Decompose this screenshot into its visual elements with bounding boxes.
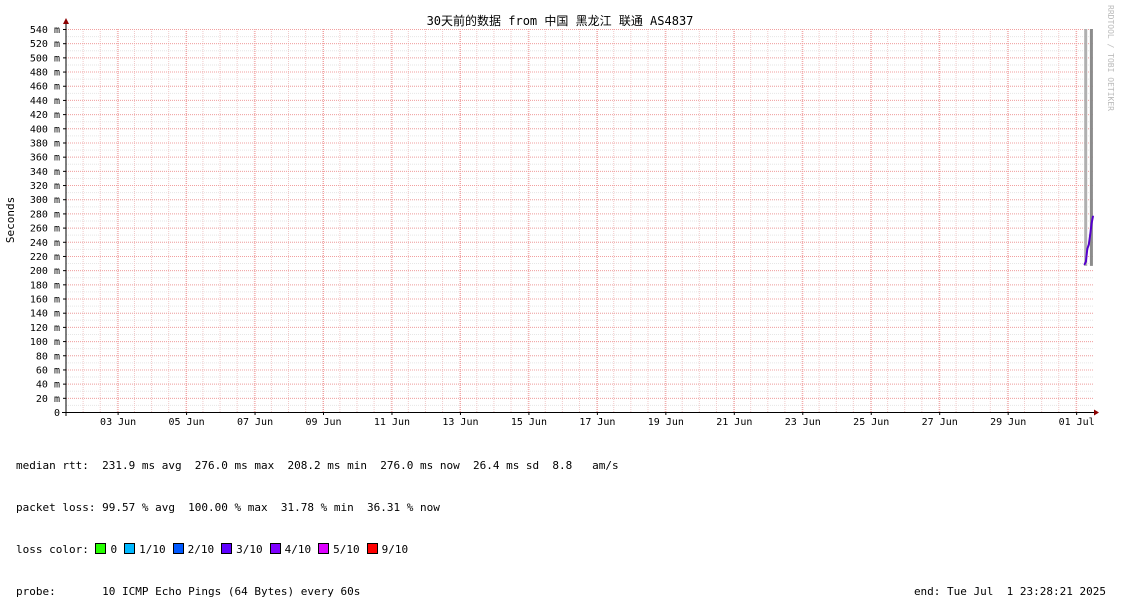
latency-chart: 0 20 m 40 m 60 m 80 m 100 m 120 m 140 m 160 m 180… (4, 5, 1115, 428)
y-tick-label: 360 m (30, 153, 60, 164)
y-axis-arrow (63, 18, 69, 24)
probe-line: probe: 10 ICMP Echo Pings (64 Bytes) eve… (16, 585, 1106, 599)
x-tick-label: 07 Jun (237, 417, 273, 428)
loss-legend-entry: 1/10 (124, 543, 166, 556)
loss-legend-label: 1/10 (139, 543, 166, 556)
y-tick-label: 220 m (30, 252, 60, 263)
y-tick-label: 160 m (30, 295, 60, 306)
smoke-bar (1084, 29, 1088, 266)
loss-legend-label: 5/10 (333, 543, 360, 556)
loss-legend-label: 4/10 (284, 543, 312, 556)
loss-legend-label: 9/10 (381, 543, 409, 556)
y-tick-label: 340 m (30, 167, 60, 178)
y-tick-label: 20 m (36, 394, 60, 405)
x-tick-label: 25 Jun (853, 417, 889, 428)
y-tick-label: 100 m (30, 337, 60, 348)
loss-legend-entry: 4/10 (269, 543, 312, 556)
chart-title: 30天前的数据 from 中国 黑龙江 联通 AS4837 (427, 13, 694, 28)
y-tick-label: 260 m (30, 224, 60, 235)
loss-swatch (318, 543, 330, 554)
y-tick-label: 80 m (36, 351, 60, 362)
y-tick-label: 460 m (30, 82, 60, 93)
loss-swatch (366, 543, 378, 554)
y-tick-label: 300 m (30, 195, 60, 206)
x-tick-label: 05 Jun (169, 417, 205, 428)
x-tick-label: 15 Jun (511, 417, 547, 428)
y-tick-label: 180 m (30, 280, 60, 291)
loss-swatch (172, 543, 184, 554)
series-point (1085, 260, 1087, 263)
series-point (1083, 263, 1086, 266)
x-tick-label: 13 Jun (442, 417, 478, 428)
y-tick-label: 200 m (30, 266, 60, 277)
y-tick-label: 320 m (30, 181, 60, 192)
x-tick-label: 03 Jun (100, 417, 136, 428)
loss-color-legend: loss color: 0 1/10 2/10 3/10 4/10 5/10 9/10 (16, 543, 1106, 557)
x-tick-label: 11 Jun (374, 417, 410, 428)
loss-legend-entries: 0 1/10 2/10 3/10 4/10 5/10 9/10 (95, 543, 415, 556)
loss-legend-label: 3/10 (236, 543, 263, 556)
y-tick-label: 0 (54, 408, 60, 419)
x-tick-label: 23 Jun (785, 417, 821, 428)
y-tick-label: 400 m (30, 124, 60, 135)
loss-legend-entry: 0 (95, 543, 117, 556)
x-tick-label: 09 Jun (305, 417, 341, 428)
y-tick-label: 480 m (30, 68, 60, 79)
x-tick-label: 21 Jun (716, 417, 752, 428)
x-tick-labels: 03 Jun 05 Jun 07 Jun 09 Jun 11 Jun 13 Jun 15 J… (100, 417, 1095, 428)
rrdtool-watermark: RRDTOOL / TOBI OETIKER (1106, 5, 1115, 111)
y-tick-label: 380 m (30, 138, 60, 149)
series-point (1092, 215, 1094, 218)
x-tick-label: 17 Jun (579, 417, 615, 428)
loss-color-label: loss color: (16, 543, 96, 556)
packet-loss-line: packet loss: 99.57 % avg 100.00 % max 31… (16, 501, 440, 514)
axes (62, 18, 1099, 416)
grid-lines (66, 29, 1093, 412)
probe-text: probe: 10 ICMP Echo Pings (64 Bytes) eve… (16, 585, 361, 598)
x-tick-label: 01 Jul (1059, 417, 1095, 428)
y-tick-label: 280 m (30, 209, 60, 220)
y-tick-labels: 0 20 m 40 m 60 m 80 m 100 m 120 m 140 m 160 m 180… (30, 25, 60, 419)
y-tick-label: 120 m (30, 323, 60, 334)
x-tick-label: 29 Jun (990, 417, 1026, 428)
stats-panel: median rtt: 231.9 ms avg 276.0 ms max 20… (16, 431, 1106, 613)
loss-legend-entry: 5/10 (318, 543, 360, 556)
y-tick-label: 520 m (30, 39, 60, 50)
x-tick-label: 19 Jun (648, 417, 684, 428)
series-point (1089, 233, 1091, 236)
y-tick-label: 440 m (30, 96, 60, 107)
loss-legend-label: 2/10 (187, 543, 215, 556)
series-point (1090, 222, 1093, 225)
loss-swatch (269, 543, 281, 554)
y-tick-label: 540 m (30, 25, 60, 36)
x-axis-arrow (1094, 409, 1099, 416)
y-tick-label: 240 m (30, 238, 60, 249)
x-tick-label: 27 Jun (922, 417, 958, 428)
loss-swatch (95, 543, 107, 554)
y-tick-label: 60 m (36, 365, 60, 376)
y-tick-label: 40 m (36, 380, 60, 391)
median-rtt-line: median rtt: 231.9 ms avg 276.0 ms max 20… (16, 459, 619, 472)
loss-legend-entry: 3/10 (221, 543, 263, 556)
series-point (1086, 248, 1089, 250)
y-tick-label: 420 m (30, 110, 60, 121)
loss-legend-entry: 2/10 (172, 543, 215, 556)
loss-legend-label: 0 (110, 543, 118, 556)
loss-swatch (124, 543, 136, 554)
loss-legend-entry: 9/10 (366, 543, 409, 556)
end-time: end: Tue Jul 1 23:28:21 2025 (913, 585, 1106, 598)
loss-swatch (221, 543, 233, 554)
series-point (1087, 243, 1090, 246)
y-axis-label: Seconds (4, 197, 17, 243)
y-tick-label: 500 m (30, 53, 60, 64)
y-tick-label: 140 m (30, 309, 60, 320)
